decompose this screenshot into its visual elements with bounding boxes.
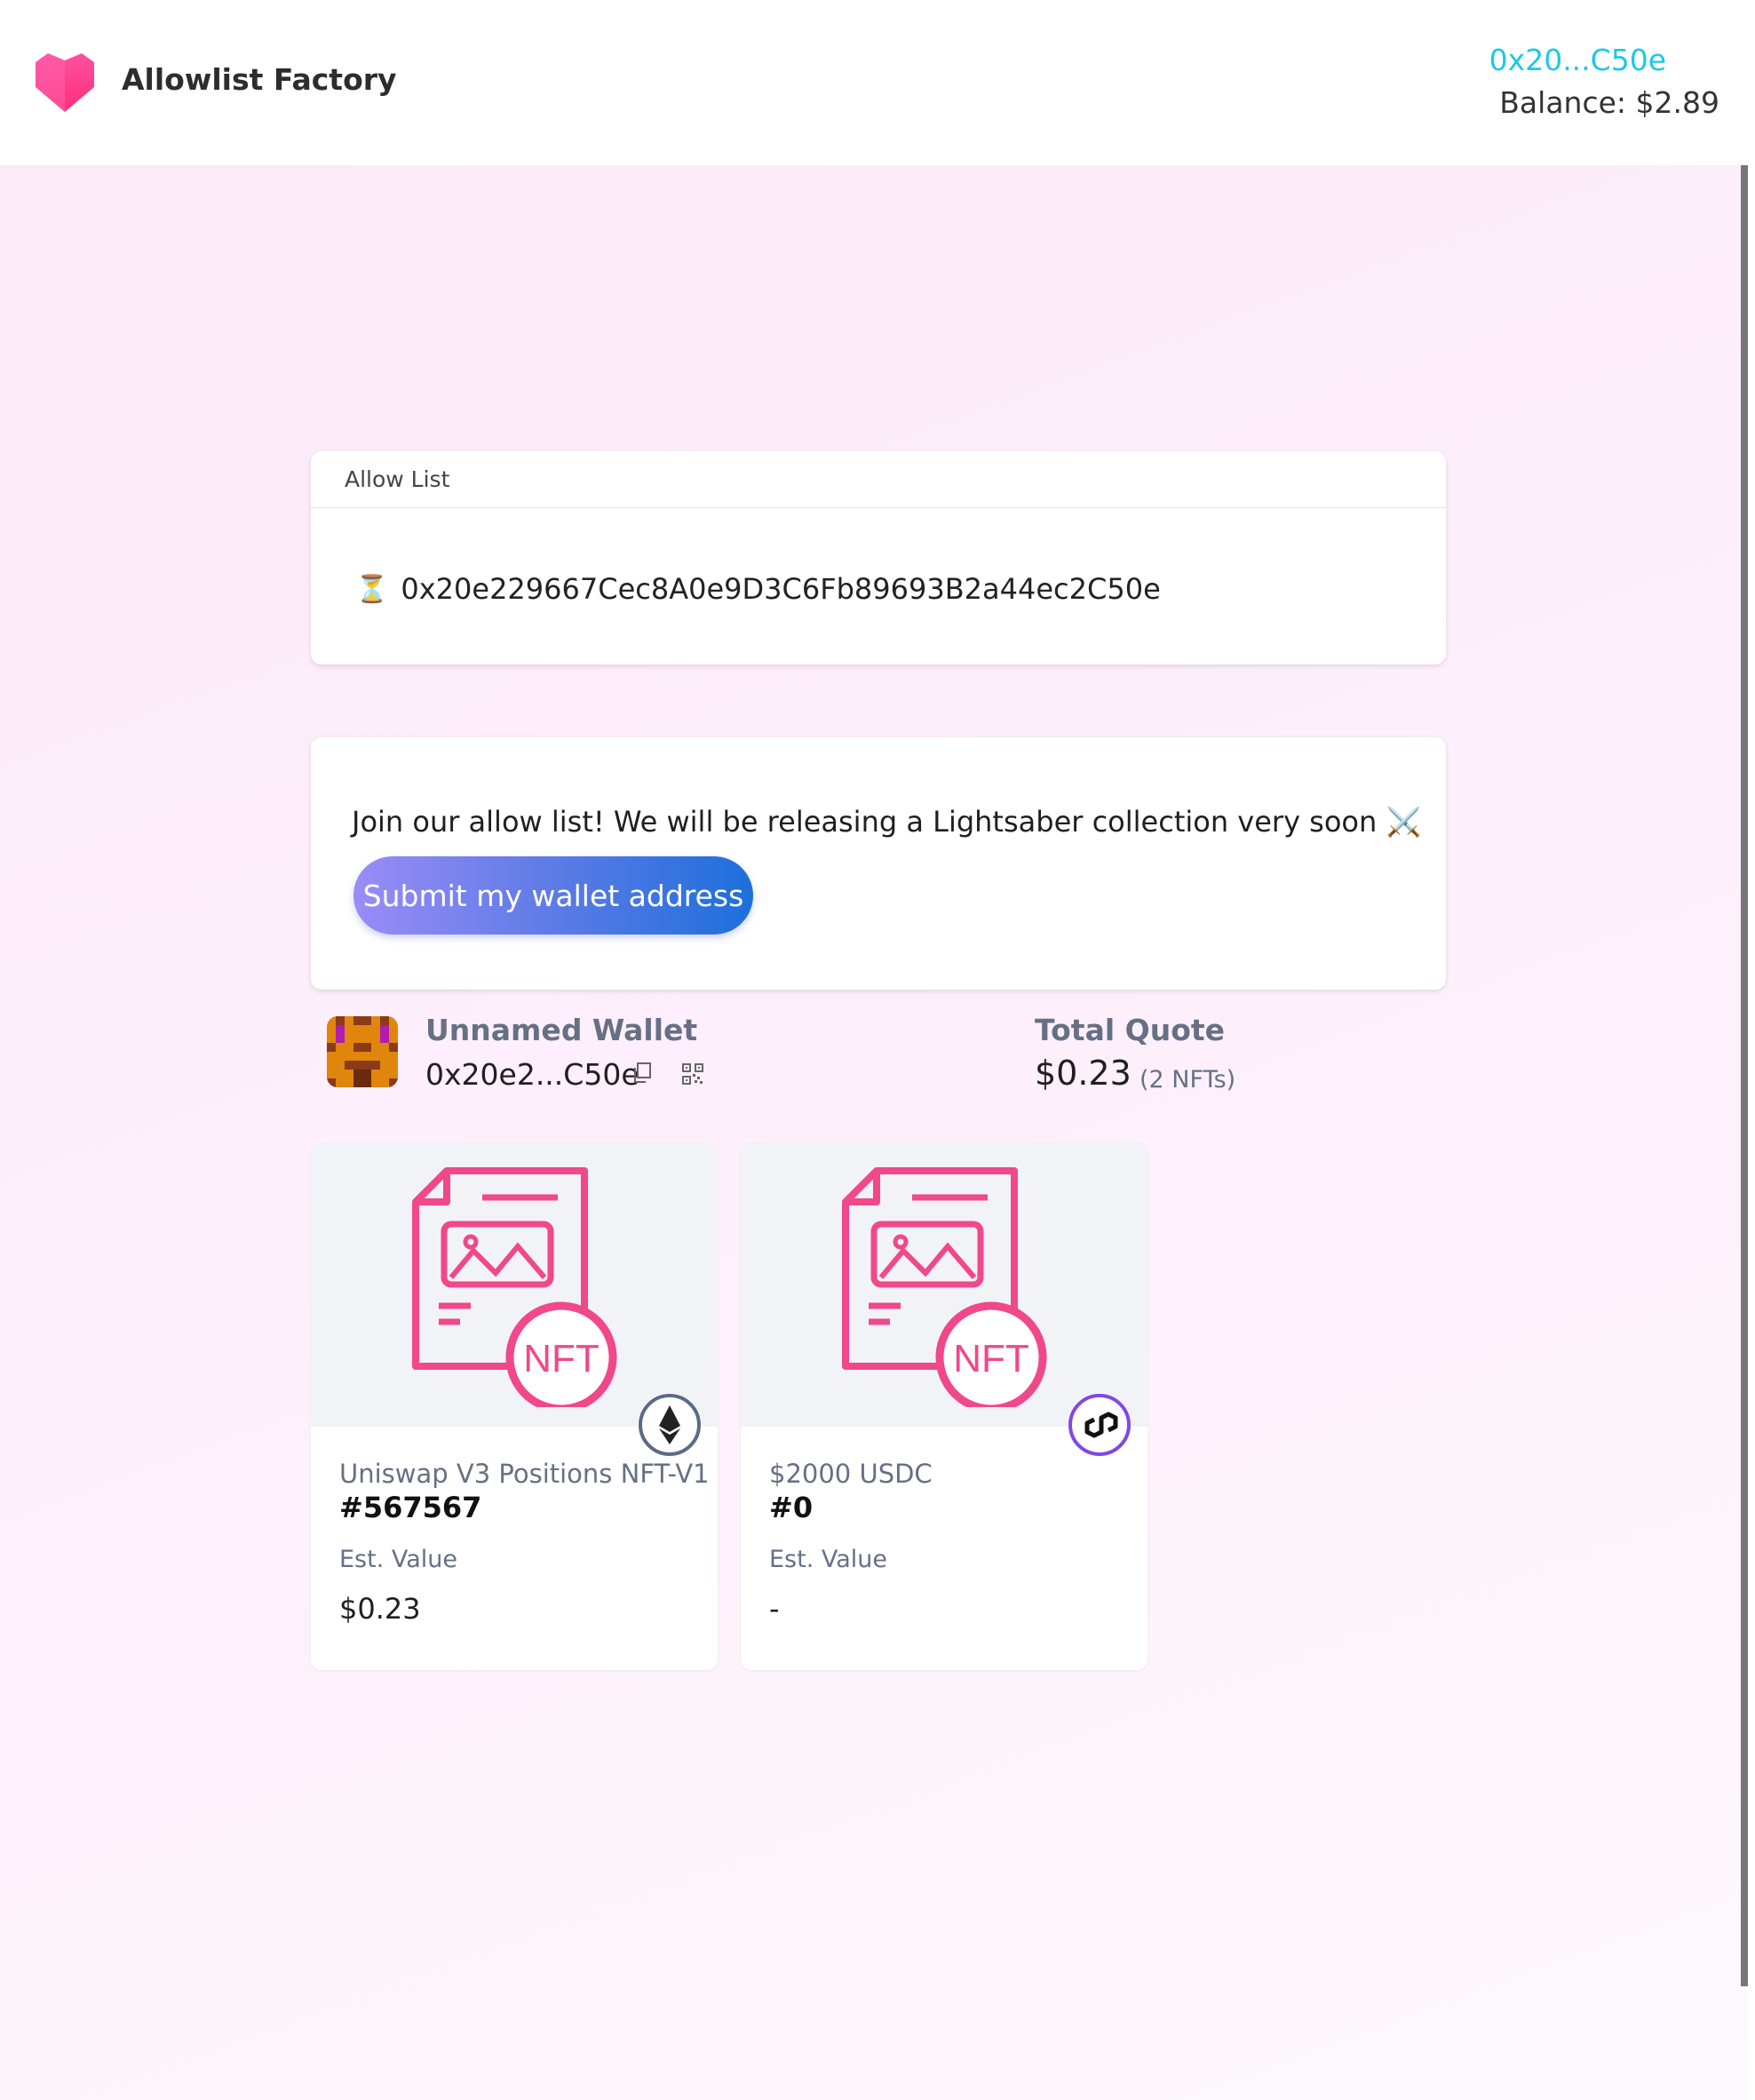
nft-placeholder-icon: NFT [412,1167,617,1407]
nft-image: NFT [741,1142,1148,1427]
ethereum-icon [638,1393,702,1457]
est-value-label: Est. Value [769,1546,888,1573]
wallet-avatar [327,1016,398,1087]
app-header: Allowlist Factory 0x20...C50e Balance: $… [0,0,1748,165]
allow-list-address: 0x20e229667Cec8A0e9D3C6Fb89693B2a44ec2C5… [401,572,1161,606]
allow-list-entry: ⏳ 0x20e229667Cec8A0e9D3C6Fb89693B2a44ec2… [355,572,1161,606]
heart-logo-icon[interactable] [36,52,94,114]
total-quote-label: Total Quote [1035,1013,1226,1047]
account-address-link[interactable]: 0x20...C50e [1489,43,1666,77]
nft-collection-name: $2000 USDC [769,1459,933,1489]
join-message-text: Join our allow list! We will be releasin… [352,805,1378,839]
account-balance: Balance: $2.89 [1499,85,1719,120]
nft-collection-name: Uniswap V3 Positions NFT-V1 [339,1459,710,1489]
qr-code-icon[interactable] [682,1063,703,1085]
est-value: - [769,1592,780,1626]
nft-placeholder-icon: NFT [842,1167,1047,1407]
wallet-name: Unnamed Wallet [425,1013,698,1047]
nft-token-id: #0 [769,1491,814,1524]
copy-icon[interactable] [632,1062,652,1084]
allow-list-card: Allow List ⏳ 0x20e229667Cec8A0e9D3C6Fb89… [311,451,1446,664]
polygon-icon [1068,1393,1132,1457]
join-message: Join our allow list! We will be releasin… [352,805,1421,839]
total-quote-value: $0.23 [1035,1054,1132,1093]
nft-token-id: #567567 [339,1491,482,1524]
app-title: Allowlist Factory [122,62,397,97]
wallet-address: 0x20e2...C50e [425,1057,639,1092]
join-card: Join our allow list! We will be releasin… [311,737,1446,990]
crossed-swords-icon: ⚔️ [1386,805,1422,839]
svg-text:NFT: NFT [953,1337,1029,1380]
est-value: $0.23 [339,1592,421,1626]
scrollbar[interactable] [1741,165,1748,1986]
nft-image: NFT [311,1142,718,1427]
nft-card[interactable]: NFT $2000 USDC #0 Est. Value - [741,1142,1148,1670]
svg-text:NFT: NFT [523,1337,600,1380]
nft-card[interactable]: NFT Uniswap V3 Positions NFT-V1 #567567 … [311,1142,718,1670]
hourglass-icon: ⏳ [355,573,389,605]
nft-count: (2 NFTs) [1140,1066,1236,1094]
allow-list-title: Allow List [311,451,1446,508]
est-value-label: Est. Value [339,1546,458,1573]
submit-wallet-button[interactable]: Submit my wallet address [353,856,753,935]
